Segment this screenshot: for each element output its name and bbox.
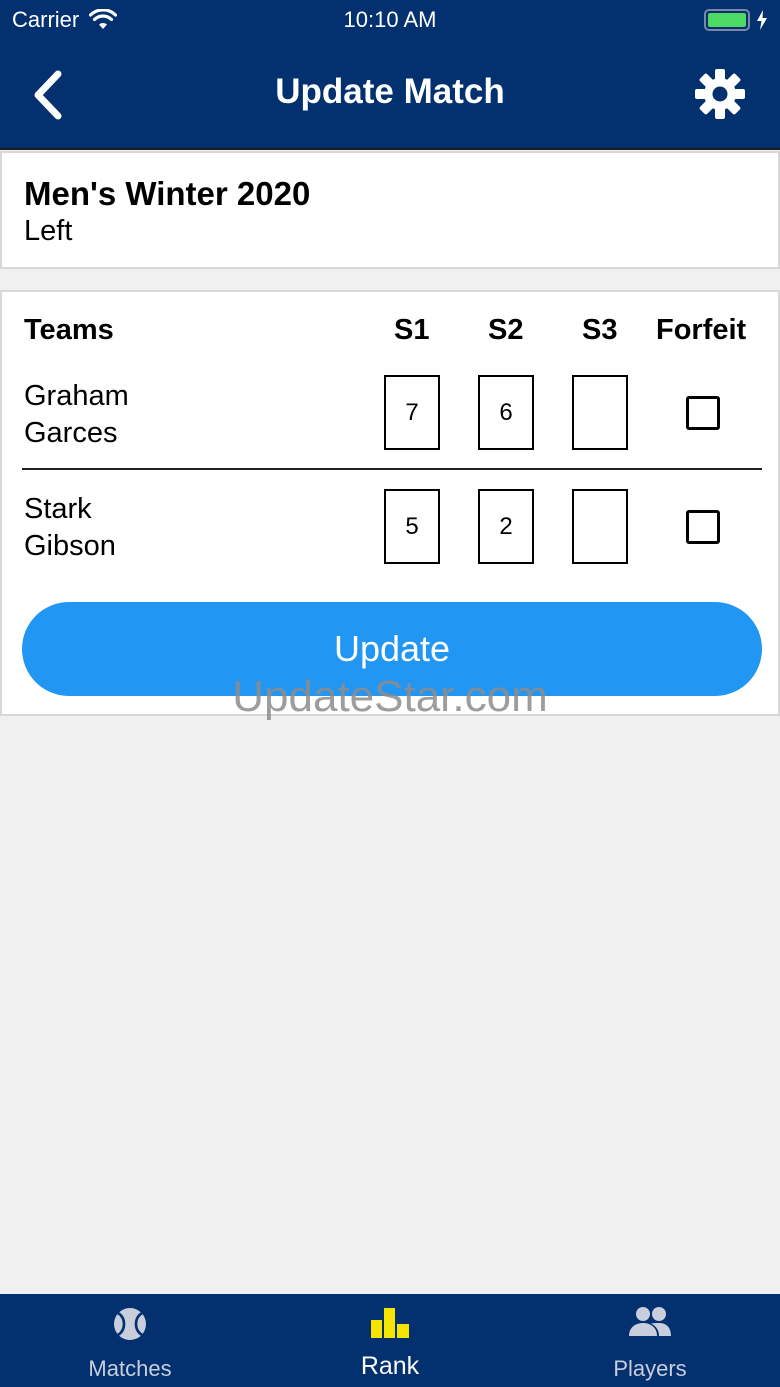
set3-header: S3	[582, 314, 618, 346]
league-side: Left	[24, 215, 73, 247]
tab-matches[interactable]: Matches	[0, 1294, 260, 1387]
status-time: 10:10 AM	[343, 7, 437, 32]
tab-matches-label: Matches	[88, 1356, 172, 1381]
update-button[interactable]: Update	[22, 602, 762, 696]
row-divider	[22, 468, 762, 470]
people-icon	[629, 1307, 671, 1336]
podium-icon	[371, 1308, 409, 1338]
battery-icon	[704, 9, 750, 31]
team-1-forfeit-checkbox[interactable]	[686, 396, 720, 430]
team-2-set1-input[interactable]: 5	[384, 489, 440, 564]
tennis-ball-icon	[114, 1308, 146, 1340]
team-1-player-2: Garces	[24, 417, 118, 449]
team-2-names: Stark Gibson	[24, 491, 116, 565]
forfeit-header: Forfeit	[656, 314, 747, 346]
tab-rank[interactable]: Rank	[260, 1294, 520, 1387]
tab-players-label: Players	[613, 1356, 687, 1381]
team-2-set3-input[interactable]	[572, 489, 628, 564]
tab-rank-label: Rank	[360, 1352, 420, 1380]
team-1-names: Graham Garces	[24, 378, 129, 452]
settings-button[interactable]	[694, 68, 746, 120]
team-1-player-1: Graham	[24, 380, 129, 412]
team-2-player-1: Stark	[24, 493, 92, 525]
team-1-set2-input[interactable]: 6	[478, 375, 534, 450]
battery-indicator	[704, 9, 768, 31]
teams-header: Teams	[24, 314, 114, 346]
set2-header: S2	[488, 314, 524, 346]
tab-bar: Matches Rank Players	[0, 1294, 780, 1387]
page-title: Update Match	[275, 72, 505, 111]
top-bar: Carrier 10:10 AM Update Match	[0, 0, 780, 150]
set1-header: S1	[394, 314, 430, 346]
tab-players[interactable]: Players	[520, 1294, 780, 1387]
league-panel: Men's Winter 2020 Left	[0, 151, 780, 269]
team-2-set2-input[interactable]: 2	[478, 489, 534, 564]
charging-bolt-icon	[757, 10, 767, 30]
league-name: Men's Winter 2020	[24, 175, 311, 212]
team-1-set1-input[interactable]: 7	[384, 375, 440, 450]
team-2-player-2: Gibson	[24, 530, 116, 562]
status-bar: Carrier 10:10 AM	[0, 0, 780, 40]
gear-icon	[695, 69, 745, 119]
match-score-panel: Teams S1 S2 S3 Forfeit Graham Garces 7 6…	[0, 290, 780, 716]
team-2-forfeit-checkbox[interactable]	[686, 510, 720, 544]
team-1-set3-input[interactable]	[572, 375, 628, 450]
